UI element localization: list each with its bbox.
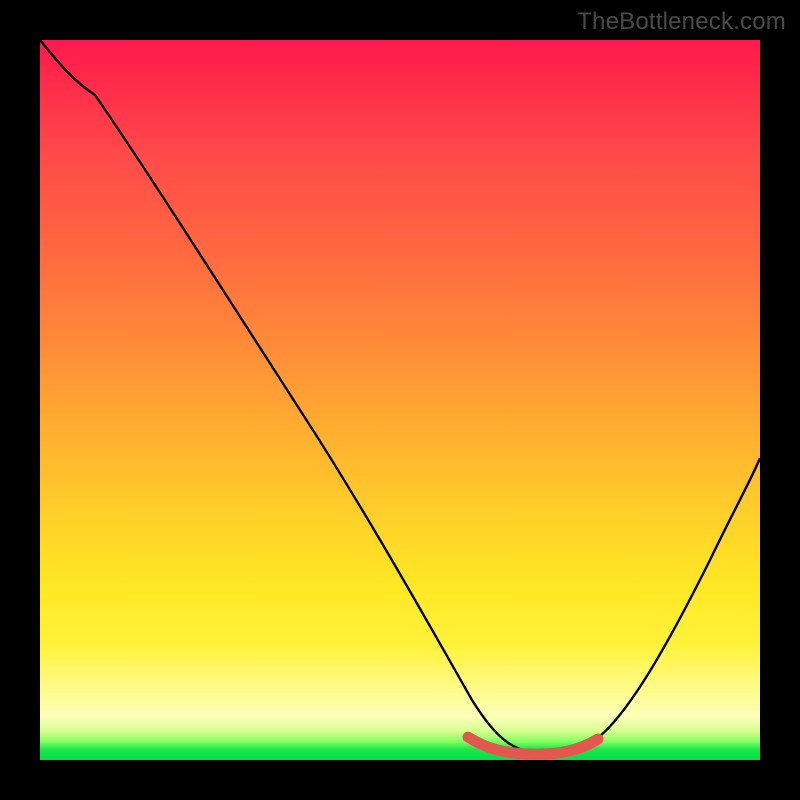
- red-flat-segment: [468, 737, 598, 754]
- plot-area: [40, 40, 760, 760]
- chart-frame: TheBottleneck.com: [0, 0, 800, 800]
- bottleneck-curve-svg: [40, 40, 760, 760]
- black-curve: [40, 40, 760, 753]
- watermark-text: TheBottleneck.com: [577, 8, 786, 36]
